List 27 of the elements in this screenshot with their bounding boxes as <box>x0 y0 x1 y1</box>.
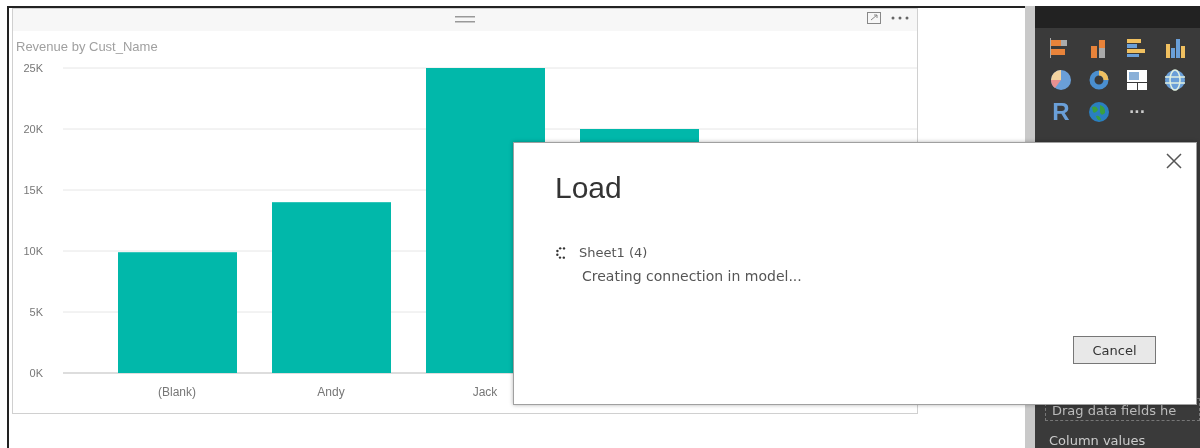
clustered-column-chart-icon[interactable] <box>1164 37 1186 58</box>
more-visuals-icon[interactable]: ··· <box>1129 99 1145 124</box>
y-axis-label: 5K <box>29 306 43 318</box>
globe-icon[interactable] <box>1088 100 1110 123</box>
load-status: Creating connection in model... <box>582 268 803 284</box>
dialog-title: Load <box>555 171 623 205</box>
x-axis-label: Jack <box>472 385 498 399</box>
y-axis-label: 20K <box>23 123 43 135</box>
pie-chart-icon[interactable] <box>1050 68 1072 91</box>
r-script-icon[interactable]: R <box>1052 99 1070 124</box>
chart-title: Revenue by Cust_Name <box>15 38 159 54</box>
y-axis-label: 0K <box>29 367 43 379</box>
x-axis-label: (Blank) <box>158 385 196 399</box>
load-item-name: Sheet1 (4) <box>579 245 648 260</box>
cancel-button[interactable]: Cancel <box>1073 336 1156 364</box>
focus-mode-icon[interactable] <box>867 12 881 24</box>
donut-chart-icon[interactable] <box>1088 68 1110 91</box>
clustered-bar-chart-icon[interactable] <box>1126 37 1148 58</box>
drag-handle-icon[interactable] <box>455 16 475 24</box>
y-axis-label: 10K <box>23 245 43 257</box>
more-options-icon[interactable] <box>891 16 909 20</box>
x-axis-label: Andy <box>317 385 345 399</box>
section-label: Column values <box>1049 433 1147 448</box>
y-axis-label: 25K <box>23 62 43 74</box>
treemap-icon[interactable] <box>1126 68 1148 91</box>
map-icon[interactable] <box>1164 68 1186 91</box>
y-axis-label: 15K <box>23 184 43 196</box>
